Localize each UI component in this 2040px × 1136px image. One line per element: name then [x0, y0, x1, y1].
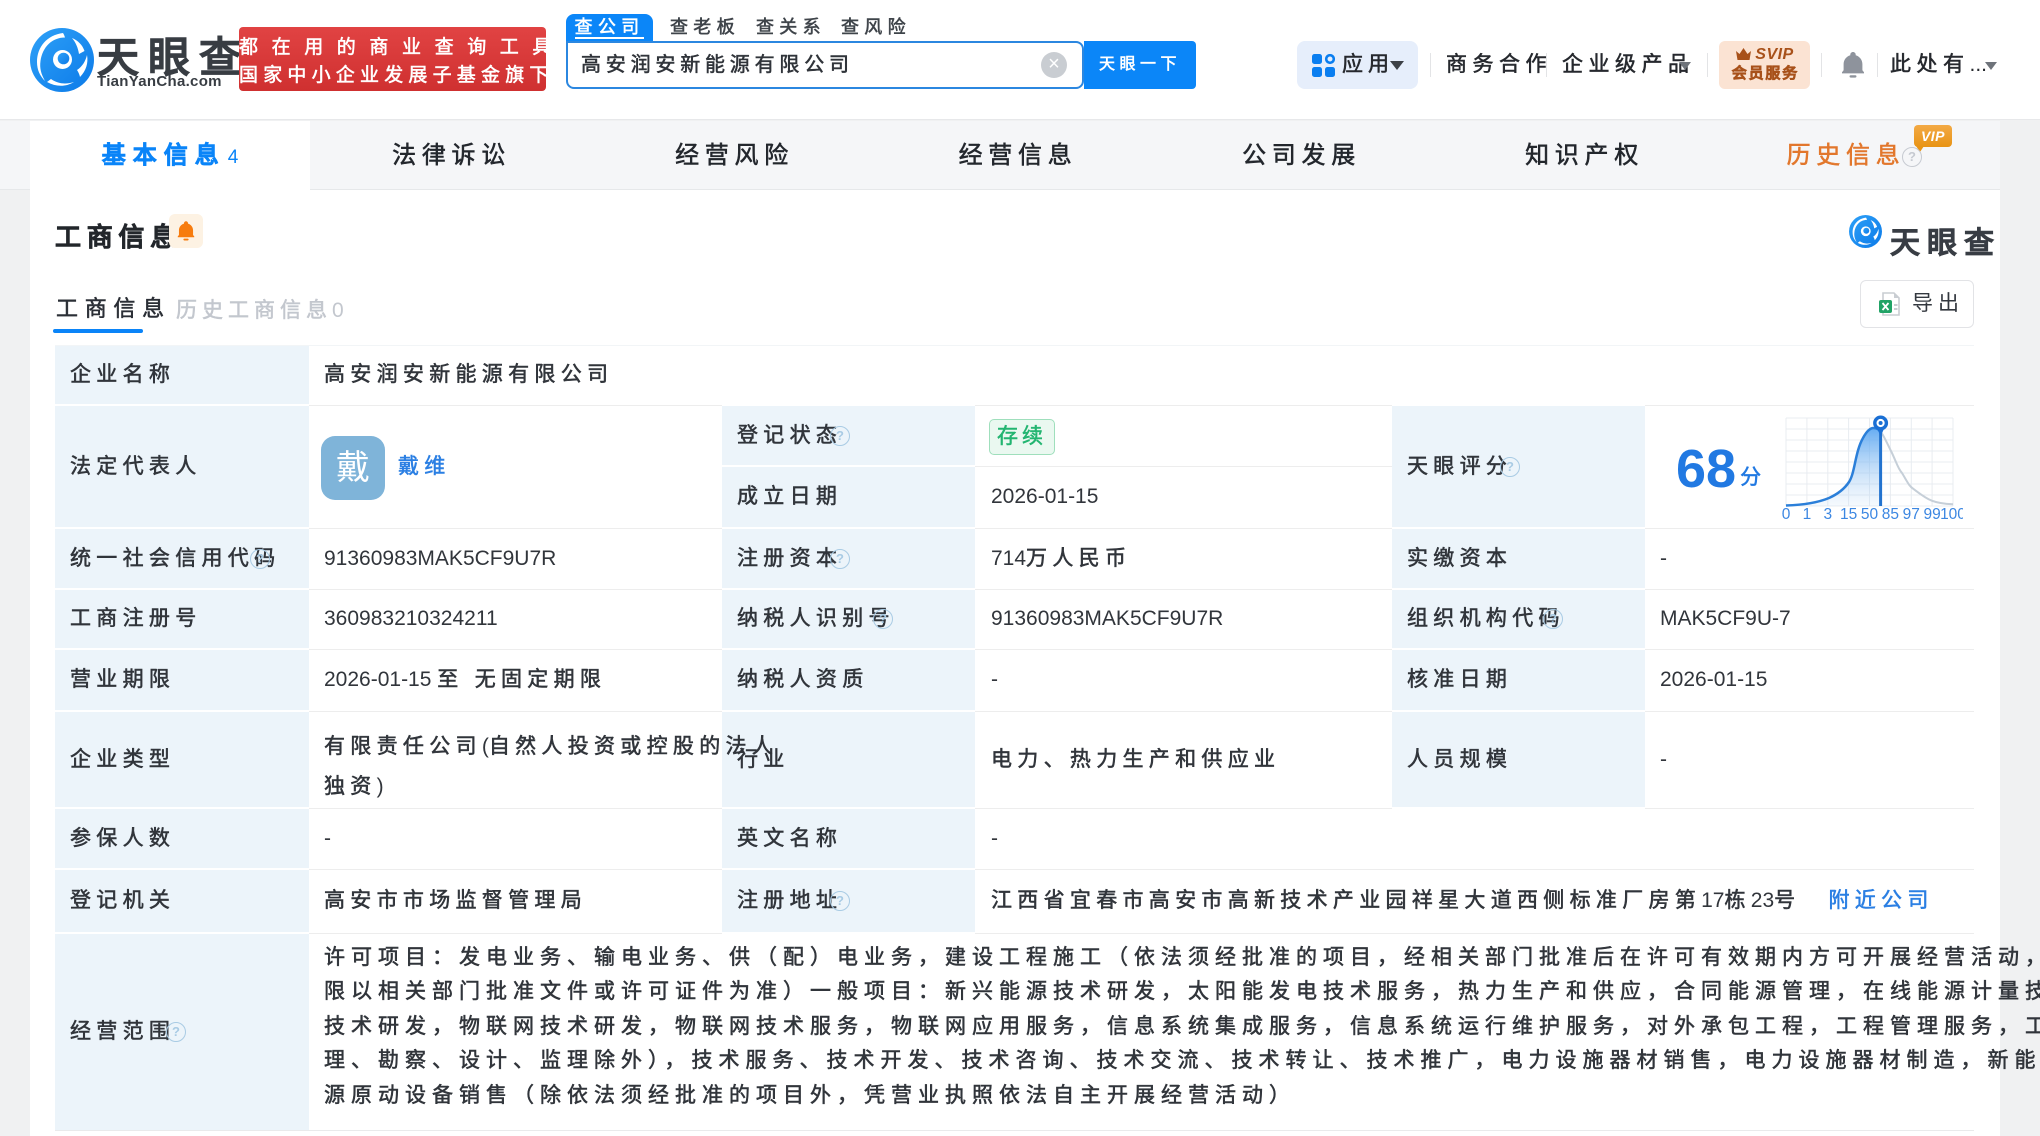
svg-text:97: 97 — [1903, 506, 1920, 523]
svg-text:50: 50 — [1861, 506, 1879, 523]
svg-text:1: 1 — [1803, 506, 1812, 523]
svg-text:85: 85 — [1882, 506, 1899, 523]
svg-text:100: 100 — [1940, 506, 1963, 523]
svg-text:0: 0 — [1782, 506, 1791, 523]
svg-text:99: 99 — [1923, 506, 1940, 523]
svg-text:15: 15 — [1840, 506, 1857, 523]
svg-text:3: 3 — [1823, 506, 1832, 523]
